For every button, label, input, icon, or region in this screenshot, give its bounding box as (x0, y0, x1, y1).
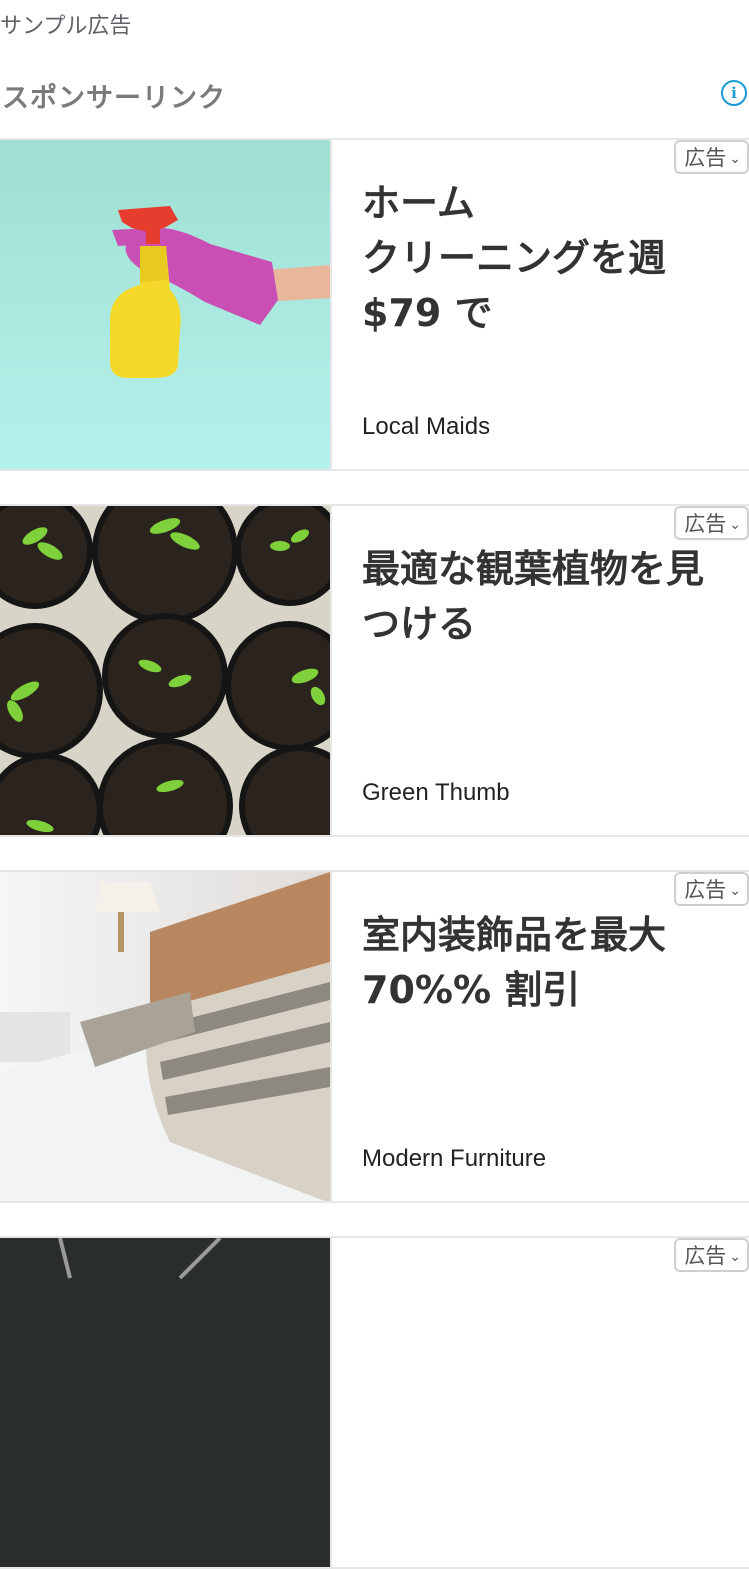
ad-advertiser[interactable]: Modern Furniture (362, 1145, 546, 1173)
ad-body[interactable] (330, 1238, 749, 1567)
sample-ad-label: サンプル広告 (0, 14, 132, 39)
ad-headline[interactable]: 室内装飾品を最大 70%% 割引 (362, 908, 712, 1018)
ad-headline[interactable]: ホーム クリーニングを週 $79 で (362, 176, 712, 341)
ad-image-bedroom[interactable] (0, 872, 330, 1201)
ad-advertiser[interactable]: Green Thumb (362, 779, 510, 807)
ad-body[interactable]: 室内装飾品を最大 70%% 割引 Modern Furniture (330, 872, 749, 1201)
ad-body[interactable]: 最適な観葉植物を見つける Green Thumb (330, 506, 749, 835)
ad-card-cleaning[interactable]: ホーム クリーニングを週 $79 で Local Maids 広告 ⌄ (0, 138, 749, 471)
ad-body[interactable]: ホーム クリーニングを週 $79 で Local Maids (330, 140, 749, 469)
ad-image-spray-bottle[interactable] (0, 140, 330, 469)
chevron-down-icon: ⌄ (729, 517, 741, 533)
ad-badge-label: 広告 (684, 146, 727, 170)
sponsor-title: スポンサーリンク (2, 83, 226, 114)
ad-badge-label: 広告 (684, 512, 727, 536)
ad-badge-dropdown[interactable]: 広告 ⌄ (674, 140, 749, 174)
info-icon[interactable]: i (721, 80, 747, 106)
ad-badge-label: 広告 (684, 878, 727, 902)
ad-badge-label: 広告 (684, 1244, 727, 1268)
ad-card-partial[interactable]: 広告 ⌄ (0, 1236, 749, 1569)
ad-advertiser[interactable]: Local Maids (362, 413, 490, 441)
chevron-down-icon: ⌄ (729, 883, 741, 899)
ad-image-partial[interactable] (0, 1238, 330, 1567)
ad-card-plants[interactable]: 最適な観葉植物を見つける Green Thumb 広告 ⌄ (0, 504, 749, 837)
chevron-down-icon: ⌄ (729, 1249, 741, 1265)
ad-badge-dropdown[interactable]: 広告 ⌄ (674, 506, 749, 540)
ad-image-seedlings[interactable] (0, 506, 330, 835)
ad-card-furniture[interactable]: 室内装飾品を最大 70%% 割引 Modern Furniture 広告 ⌄ (0, 870, 749, 1203)
chevron-down-icon: ⌄ (729, 151, 741, 167)
sponsor-header: スポンサーリンク i (0, 76, 749, 116)
ad-badge-dropdown[interactable]: 広告 ⌄ (674, 872, 749, 906)
ad-badge-dropdown[interactable]: 広告 ⌄ (674, 1238, 749, 1272)
ad-headline[interactable]: 最適な観葉植物を見つける (362, 542, 712, 652)
